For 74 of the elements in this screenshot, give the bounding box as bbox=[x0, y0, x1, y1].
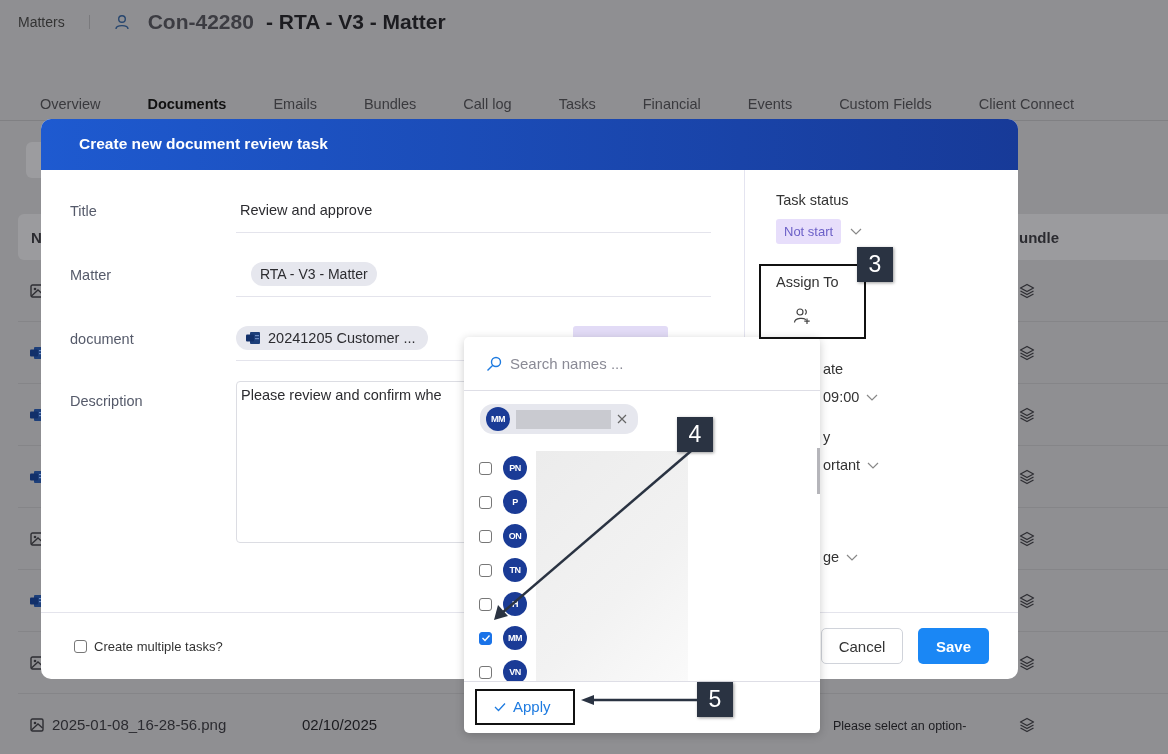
user-icon bbox=[113, 14, 130, 30]
image-icon bbox=[30, 717, 44, 732]
checkbox[interactable] bbox=[74, 639, 87, 653]
tab[interactable]: Client Connect bbox=[978, 96, 1074, 120]
avatar: VN bbox=[503, 660, 527, 681]
tab[interactable]: Financial bbox=[642, 96, 701, 120]
avatar: TN bbox=[503, 558, 527, 582]
step-number: 3 bbox=[857, 247, 893, 282]
field-label: Description bbox=[70, 391, 144, 409]
dialog-title: Create new document review task bbox=[41, 119, 1018, 170]
document-name: 20241205 Customer ... bbox=[268, 330, 416, 347]
file-name[interactable]: 2025-01-08_16-28-56.png bbox=[52, 716, 227, 733]
layers-icon bbox=[1019, 468, 1035, 485]
dropdown-value[interactable]: ge bbox=[823, 548, 840, 565]
tab[interactable]: Documents bbox=[147, 96, 227, 120]
close-icon bbox=[617, 414, 627, 424]
layers-icon bbox=[1019, 654, 1035, 671]
field-label: Task status bbox=[776, 191, 850, 208]
column-header: undle bbox=[1019, 228, 1060, 246]
field-label: Assign To bbox=[776, 273, 840, 290]
avatar: PN bbox=[503, 456, 527, 480]
layers-icon bbox=[1019, 344, 1035, 361]
status-badge[interactable]: Not start bbox=[776, 218, 842, 244]
field-label: y bbox=[823, 428, 831, 445]
field-label: document bbox=[70, 330, 135, 347]
table-cell: 02/10/2025 bbox=[302, 715, 378, 733]
checkbox[interactable] bbox=[479, 495, 492, 509]
dropdown-value[interactable]: 09:00 bbox=[823, 388, 860, 405]
search-icon bbox=[486, 355, 502, 372]
tab[interactable]: Events bbox=[747, 96, 793, 120]
field-label: Matter bbox=[70, 266, 113, 283]
checkbox[interactable] bbox=[479, 563, 492, 577]
apply-button[interactable]: Apply bbox=[494, 698, 551, 715]
step-number: 5 bbox=[697, 682, 733, 717]
avatar: P bbox=[503, 490, 527, 514]
check-icon bbox=[494, 701, 506, 712]
add-user-icon bbox=[793, 306, 811, 325]
checkbox[interactable] bbox=[479, 665, 492, 679]
input-field[interactable]: Review and approve bbox=[236, 188, 711, 233]
tab[interactable]: Custom Fields bbox=[839, 96, 932, 120]
tab[interactable]: Overview bbox=[40, 96, 101, 120]
matter-title: - RTA - V3 - Matter bbox=[265, 10, 446, 34]
field-label: Title bbox=[70, 202, 98, 219]
matter-code: Con-42280 bbox=[147, 10, 254, 34]
tab[interactable]: Call log bbox=[463, 96, 512, 120]
checkbox[interactable] bbox=[479, 631, 492, 645]
scrollbar-thumb bbox=[817, 448, 820, 494]
dropdown-value[interactable]: ortant bbox=[823, 456, 861, 473]
document-icon bbox=[246, 331, 260, 346]
tab[interactable]: Tasks bbox=[558, 96, 596, 120]
checkbox[interactable] bbox=[479, 461, 492, 475]
layers-icon bbox=[1019, 530, 1035, 547]
tab[interactable]: Emails bbox=[273, 96, 317, 120]
breadcrumb-link[interactable]: Matters bbox=[18, 14, 65, 30]
layers-icon bbox=[1019, 282, 1035, 299]
avatar: ON bbox=[503, 524, 527, 548]
checkbox[interactable] bbox=[479, 529, 492, 543]
checkbox-label: Create multiple tasks? bbox=[94, 638, 223, 654]
save-button[interactable]: Save bbox=[918, 628, 989, 665]
layers-icon bbox=[1019, 716, 1035, 733]
checkbox[interactable] bbox=[479, 597, 492, 611]
column-header: N bbox=[30, 228, 42, 246]
option-select[interactable]: Please select an option- bbox=[833, 718, 967, 733]
cancel-button[interactable]: Cancel bbox=[821, 628, 903, 665]
document-chip[interactable]: 20241205 Customer ... bbox=[236, 326, 428, 351]
avatar: MM bbox=[503, 626, 527, 650]
field-label: ate bbox=[823, 360, 844, 377]
avatar: MM bbox=[486, 407, 510, 431]
selected-person-chip[interactable]: MM bbox=[480, 404, 638, 434]
layers-icon bbox=[1019, 406, 1035, 423]
layers-icon bbox=[1019, 592, 1035, 609]
step-number: 4 bbox=[677, 417, 713, 452]
tab[interactable]: Bundles bbox=[363, 96, 417, 120]
matter-chip[interactable]: RTA - V3 - Matter bbox=[251, 262, 377, 287]
